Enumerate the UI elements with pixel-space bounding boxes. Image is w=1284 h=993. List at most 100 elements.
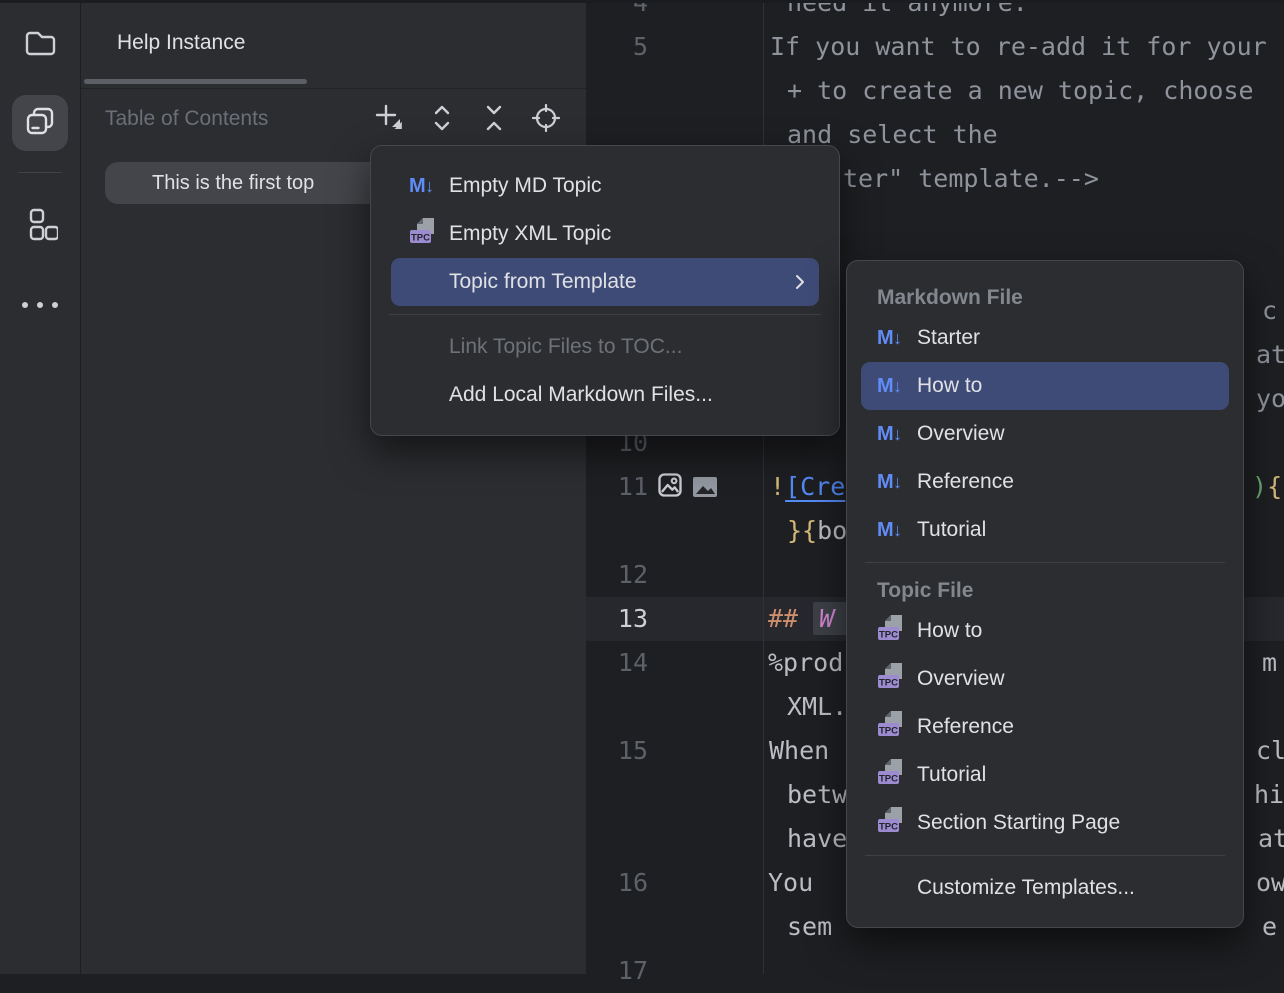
submenu-item-label: Reference: [917, 715, 1014, 739]
submenu-item-tutorial[interactable]: TPC Tutorial: [861, 751, 1229, 799]
code-fragment: e: [1262, 905, 1277, 949]
topic-file-icon: TPC: [877, 662, 903, 696]
gutter-line-number: 4: [586, 0, 648, 25]
menu-item-label: Topic from Template: [449, 270, 637, 294]
submenu-item-label: Section Starting Page: [917, 811, 1120, 835]
panel-tab-help-instance[interactable]: Help Instance: [117, 31, 245, 55]
submenu-item-customize-templates[interactable]: Customize Templates...: [861, 864, 1229, 912]
code-fragment: sem: [787, 905, 832, 949]
submenu-item-label: Overview: [917, 422, 1005, 446]
menu-item-label: Add Local Markdown Files...: [449, 383, 713, 407]
code-fragment: betw: [787, 773, 847, 817]
activity-bar: [0, 0, 81, 974]
topic-file-icon: TPC: [409, 217, 435, 251]
submenu-item-starter[interactable]: M↓ Starter: [861, 314, 1229, 362]
gutter-line-number: 11: [586, 465, 648, 509]
code-fragment: his: [1254, 773, 1284, 817]
code-fragment: c: [1262, 289, 1277, 333]
submenu-item-label: Reference: [917, 470, 1014, 494]
submenu-item-label: Tutorial: [917, 518, 986, 542]
code-fragment: you: [1256, 377, 1284, 421]
expand-all-icon: [429, 103, 455, 138]
submenu-section-header-topic-file: Topic File: [877, 575, 1243, 607]
code-fragment: need it anymore.: [787, 0, 1028, 25]
submenu-item-how-to[interactable]: TPC How to: [861, 607, 1229, 655]
add-topic-button[interactable]: [374, 104, 406, 136]
topic-file-icon: TPC: [877, 614, 903, 648]
menu-item-label: Empty MD Topic: [449, 174, 602, 198]
submenu-item-label: Starter: [917, 326, 980, 350]
svg-text:TPC: TPC: [879, 678, 898, 689]
submenu-item-label: Tutorial: [917, 763, 986, 787]
sidebar-item-project[interactable]: [12, 17, 68, 73]
gutter-line-number: 13: [586, 597, 648, 641]
code-fragment: at: [1258, 817, 1284, 861]
menu-item-link-topic-files-to-toc[interactable]: Link Topic Files to TOC...: [391, 323, 819, 371]
sidebar-item-structure[interactable]: [12, 199, 68, 255]
gutter-line-number: 12: [586, 553, 648, 597]
ide-window: 451011121314151617need it anymore.If you…: [0, 0, 1284, 974]
collapse-all-button[interactable]: [478, 104, 510, 136]
menu-item-empty-xml-topic[interactable]: TPC Empty XML Topic: [391, 210, 819, 258]
submenu-item-section-starting-page[interactable]: TPCSection Starting Page: [861, 799, 1229, 847]
menu-item-topic-from-template[interactable]: Topic from Template: [391, 258, 819, 306]
code-fragment: %prod: [768, 641, 843, 685]
tab-active-underline: [84, 79, 307, 84]
gutter-line-number: 17: [586, 949, 648, 993]
submenu-item-label: Customize Templates...: [917, 876, 1135, 900]
menu-item-add-local-markdown-files[interactable]: Add Local Markdown Files...: [391, 371, 819, 419]
gutter-line-number: 15: [586, 729, 648, 773]
submenu-item-overview[interactable]: TPCOverview: [861, 655, 1229, 703]
submenu-item-how-to[interactable]: M↓How to: [861, 362, 1229, 410]
code-fragment: + to create a new topic, choose: [787, 69, 1254, 113]
menu-item-label: Empty XML Topic: [449, 222, 611, 246]
submenu-item-label: How to: [917, 619, 982, 643]
sidebar-item-more[interactable]: [12, 277, 68, 333]
markdown-file-icon: M↓: [877, 471, 902, 494]
code-fragment: ![Cre: [770, 465, 845, 509]
code-fragment: When: [769, 729, 829, 773]
code-fragment: at: [1256, 333, 1284, 377]
panel-title-table-of-contents: Table of Contents: [105, 107, 268, 131]
collapse-all-icon: [481, 103, 507, 138]
toc-item-label: This is the first top: [152, 162, 314, 204]
code-fragment: cl: [1256, 729, 1284, 773]
submenu-item-reference[interactable]: M↓ Reference: [861, 458, 1229, 506]
gutter-line-number: 5: [586, 25, 648, 69]
submenu-item-label: How to: [917, 374, 982, 398]
svg-text:TPC: TPC: [879, 726, 898, 737]
sidebar-divider: [18, 172, 62, 173]
code-fragment: m: [1262, 641, 1277, 685]
submenu-item-overview[interactable]: M↓ Overview: [861, 410, 1229, 458]
menu-separator: [865, 562, 1225, 563]
code-fragment: have: [787, 817, 847, 861]
svg-text:TPC: TPC: [879, 774, 898, 785]
svg-text:TPC: TPC: [879, 630, 898, 641]
markdown-file-icon: M↓: [877, 327, 902, 350]
menu-item-label: Link Topic Files to TOC...: [449, 335, 682, 359]
submenu-item-reference[interactable]: TPC Reference: [861, 703, 1229, 751]
markdown-file-icon: M↓: [877, 423, 902, 446]
image-filled-icon[interactable]: [693, 477, 717, 497]
code-fragment: ){: [1252, 465, 1282, 509]
code-fragment: }{bo: [787, 509, 847, 553]
sidebar-item-instances[interactable]: [12, 95, 68, 151]
structure-icon: [22, 207, 58, 248]
image-outline-icon[interactable]: [656, 471, 684, 499]
code-fragment: ow: [1256, 861, 1284, 905]
locate-button[interactable]: [530, 104, 562, 136]
plus-dropdown-icon: [373, 102, 407, 139]
menu-separator: [865, 855, 1225, 856]
topic-file-icon: TPC: [877, 710, 903, 744]
submenu-item-tutorial[interactable]: M↓Tutorial: [861, 506, 1229, 554]
code-fragment: XML.: [787, 685, 847, 729]
window-top-edge: [0, 0, 1284, 3]
template-submenu: Markdown FileM↓StarterM↓How toM↓Overview…: [846, 260, 1244, 928]
menu-item-empty-md-topic[interactable]: M↓Empty MD Topic: [391, 162, 819, 210]
ellipsis-icon: [22, 302, 58, 308]
expand-all-button[interactable]: [426, 104, 458, 136]
folder-icon: [21, 24, 59, 67]
svg-text:TPC: TPC: [411, 233, 430, 244]
gutter-line-number: 16: [586, 861, 648, 905]
menu-separator: [389, 314, 821, 315]
